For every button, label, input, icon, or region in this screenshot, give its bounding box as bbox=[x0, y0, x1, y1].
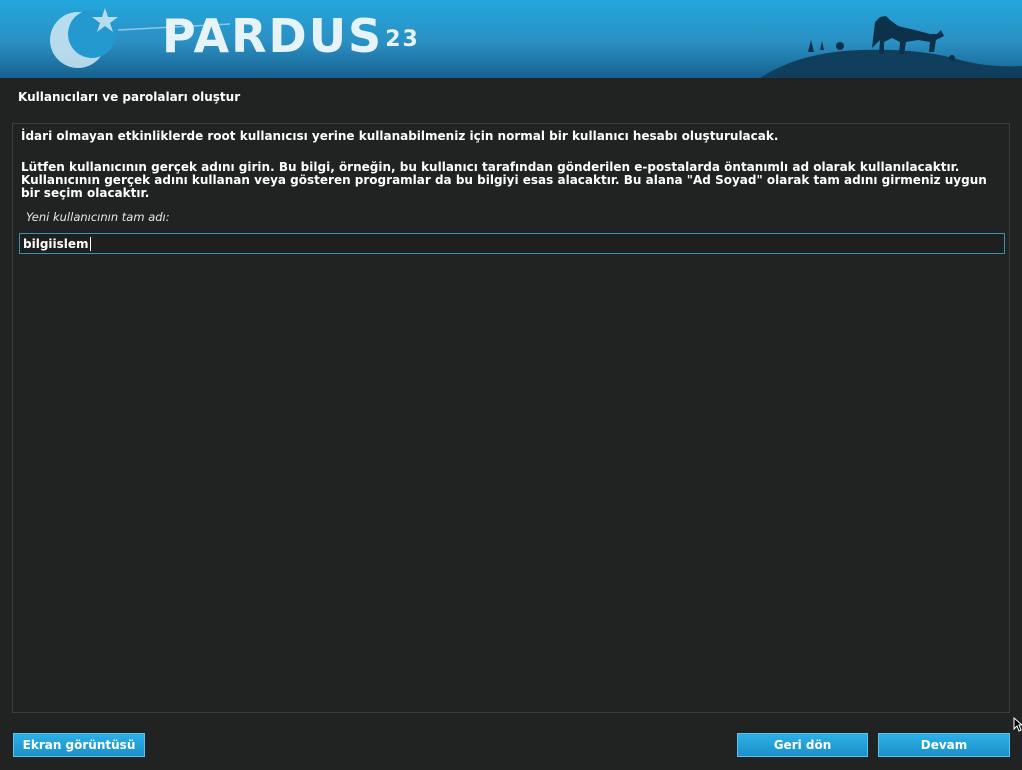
full-name-value: bilgiislem bbox=[23, 236, 89, 251]
full-name-label: Yeni kullanıcının tam adı: bbox=[26, 210, 170, 224]
logo-text: PARDUS23 bbox=[162, 8, 420, 64]
screenshot-button[interactable]: Ekran görüntüsü bbox=[13, 733, 145, 757]
logo-version: 23 bbox=[385, 27, 420, 52]
logo-wordmark: PARDUS bbox=[162, 9, 384, 63]
header-banner: PARDUS23 bbox=[0, 0, 1022, 78]
page-title: Kullanıcıları ve parolaları oluştur bbox=[18, 90, 241, 104]
full-name-input[interactable]: bilgiislem bbox=[19, 233, 1005, 254]
instructions-text: Lütfen kullanıcının gerçek adını girin. … bbox=[21, 160, 987, 200]
mouse-cursor-icon bbox=[1013, 717, 1022, 732]
banner-artwork bbox=[0, 0, 1022, 78]
continue-button[interactable]: Devam bbox=[878, 733, 1010, 757]
back-button[interactable]: Geri dön bbox=[737, 733, 868, 757]
text-caret bbox=[89, 236, 91, 251]
intro-text: İdari olmayan etkinliklerde root kullanı… bbox=[21, 129, 779, 143]
